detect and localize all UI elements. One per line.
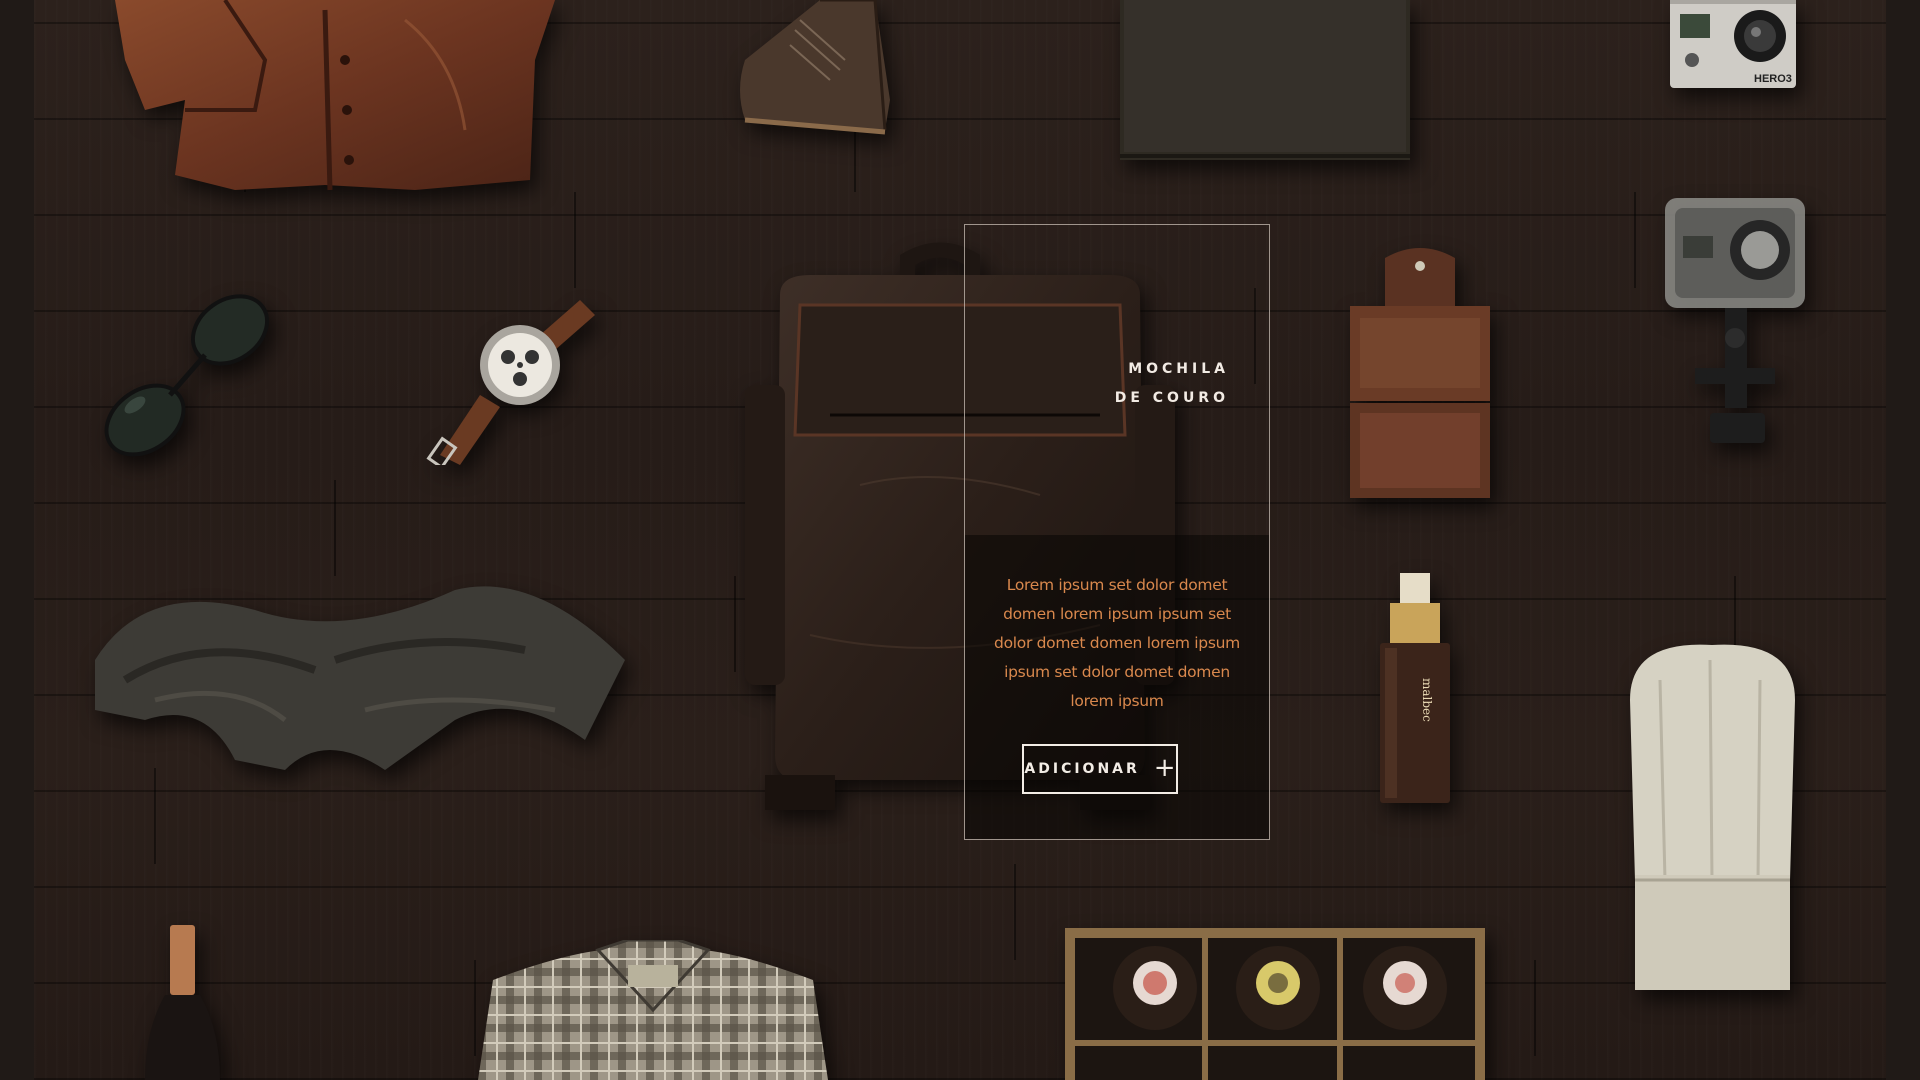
vinho[interactable] bbox=[135, 920, 230, 1080]
bota[interactable] bbox=[725, 0, 890, 140]
product-title-line1: MOCHILA bbox=[1128, 361, 1229, 377]
carteira[interactable] bbox=[1345, 238, 1495, 503]
caderno[interactable] bbox=[1120, 0, 1410, 160]
frame-edge-right bbox=[1886, 0, 1920, 1080]
plus-icon: + bbox=[1153, 752, 1176, 783]
gopro-caixa-estanque[interactable] bbox=[1655, 188, 1815, 463]
jaqueta-de-couro[interactable] bbox=[115, 0, 555, 195]
frame-edge-left bbox=[0, 0, 34, 1080]
camera-gopro[interactable]: HERO3 bbox=[1670, 0, 1800, 92]
product-description: Lorem ipsum set dolor domet domen lorem … bbox=[994, 576, 1240, 710]
product-title-line2: DE COURO bbox=[1114, 390, 1229, 406]
perfume[interactable]: malbec bbox=[1365, 568, 1465, 808]
chapeu-de-chef[interactable] bbox=[1620, 640, 1805, 1000]
product-showcase: HERO3 malbec MOCHILA DE COURO Lorem ipsu… bbox=[0, 0, 1920, 1080]
perfume-label: malbec bbox=[1420, 678, 1434, 722]
cachecol[interactable] bbox=[85, 570, 630, 790]
camera-model-label: HERO3 bbox=[1754, 73, 1792, 85]
relogio[interactable] bbox=[420, 295, 600, 465]
featured-product-card: MOCHILA DE COURO Lorem ipsum set dolor d… bbox=[964, 224, 1270, 840]
oculos-de-sol[interactable] bbox=[90, 280, 280, 460]
product-title: MOCHILA DE COURO bbox=[1029, 355, 1229, 413]
caixa-de-cervejas[interactable] bbox=[1065, 928, 1485, 1080]
add-to-cart-button[interactable]: ADICIONAR + bbox=[1022, 744, 1178, 794]
camisa-xadrez[interactable] bbox=[478, 940, 828, 1080]
add-button-label: ADICIONAR bbox=[1024, 761, 1140, 777]
